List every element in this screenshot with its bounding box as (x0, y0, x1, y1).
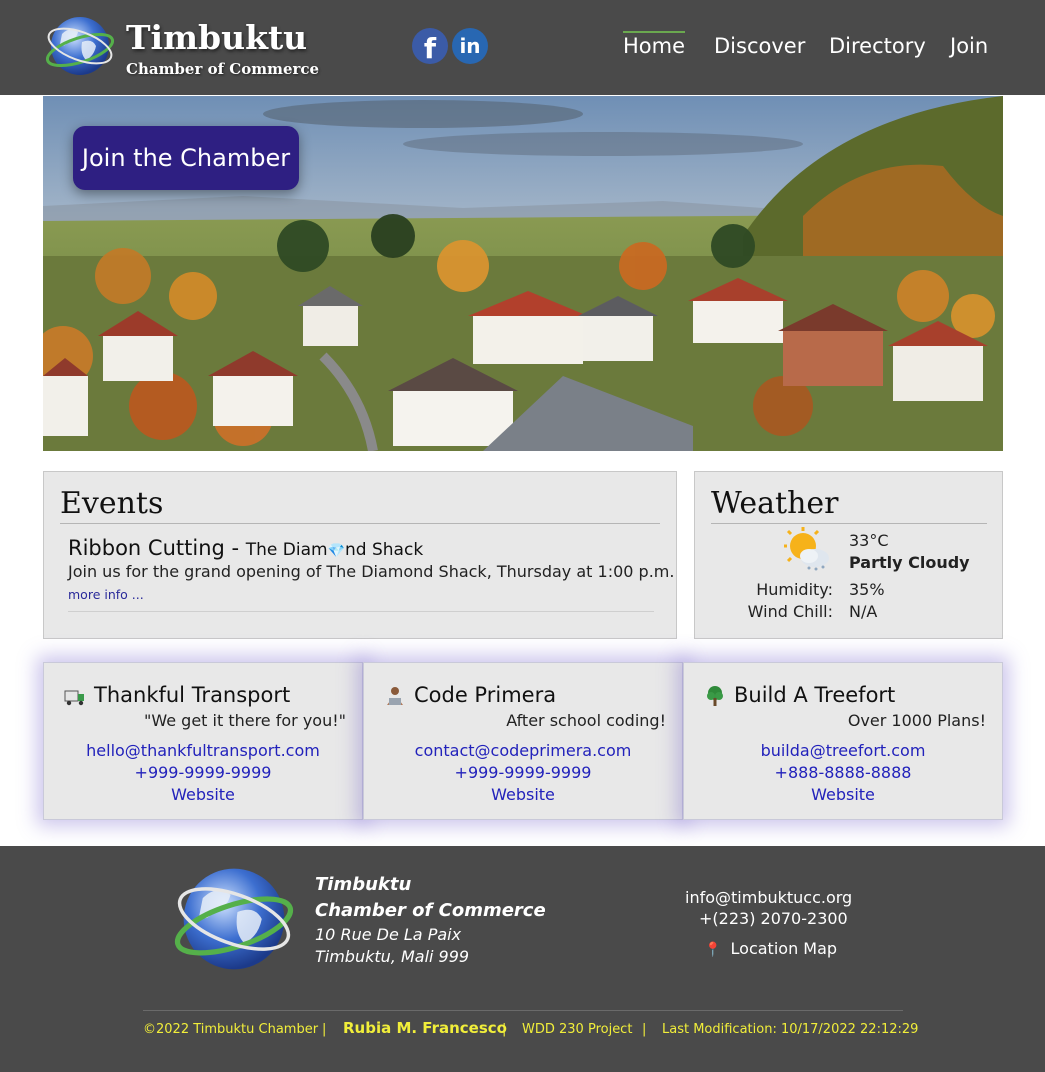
footer-divider (143, 1010, 903, 1011)
site-subtitle: Chamber of Commerce (126, 60, 320, 78)
site-footer: Timbuktu Chamber of Commerce 10 Rue De L… (0, 846, 1045, 1072)
events-card: Events Ribbon Cutting - The Diam💎nd Shac… (43, 471, 677, 639)
spotlight-tagline: "We get it there for you!" (143, 711, 346, 730)
event-type: Ribbon Cutting - (68, 536, 246, 560)
spotlight-card: Code Primera After school coding! contac… (363, 662, 683, 820)
spotlight-phone[interactable]: +888-8888-8888 (684, 763, 1002, 782)
location-map-label: Location Map (730, 939, 838, 958)
site-header: Timbuktu Chamber of Commerce f in Home D… (0, 0, 1045, 95)
weather-card: Weather 33°C Partly Cloudy Humidity: 35%… (694, 471, 1003, 639)
diamond-icon: 💎 (327, 543, 346, 559)
events-heading: Events (60, 486, 164, 521)
weather-temp: 33°C (849, 531, 889, 550)
spotlight-card: Build A Treefort Over 1000 Plans! builda… (683, 662, 1003, 820)
footer-globe-logo-icon (174, 868, 294, 970)
truck-icon (64, 690, 84, 706)
tree-icon (707, 686, 723, 706)
location-map-link[interactable]: 📍 Location Map (704, 939, 837, 958)
footer-org: Chamber of Commerce (315, 900, 546, 921)
event-description: Join us for the grand opening of The Dia… (68, 562, 675, 581)
event-shop-start: The Diam (245, 540, 328, 560)
join-chamber-button[interactable]: Join the Chamber (73, 126, 299, 190)
weather-condition: Partly Cloudy (849, 553, 970, 572)
coder-icon (387, 687, 403, 705)
site-title: Timbuktu (126, 18, 308, 57)
spotlight-name: Build A Treefort (734, 683, 896, 707)
globe-logo-icon[interactable] (44, 12, 116, 80)
weather-divider (711, 523, 987, 524)
footer-project: WDD 230 Project (522, 1022, 633, 1037)
spotlight-website[interactable]: Website (684, 785, 1002, 804)
spotlight-tagline: Over 1000 Plans! (847, 711, 986, 730)
footer-separator: | (502, 1022, 507, 1037)
spotlight-name: Thankful Transport (94, 683, 291, 707)
event-divider (68, 611, 654, 612)
footer-author: Rubia M. Francesco (343, 1019, 507, 1037)
footer-name: Timbuktu (315, 874, 412, 895)
footer-email[interactable]: info@timbuktucc.org (685, 888, 852, 907)
events-divider (60, 523, 660, 524)
humidity-label: Humidity: (756, 580, 833, 599)
spotlight-email[interactable]: contact@codeprimera.com (364, 741, 682, 760)
footer-address-line2: Timbuktu, Mali 999 (315, 947, 470, 966)
weather-heading: Weather (711, 486, 839, 521)
event-title: Ribbon Cutting - The Diam💎nd Shack (68, 536, 423, 560)
spotlight-website[interactable]: Website (364, 785, 682, 804)
windchill-value: N/A (849, 602, 878, 621)
spotlight-email[interactable]: hello@thankfultransport.com (44, 741, 362, 760)
spotlight-website[interactable]: Website (44, 785, 362, 804)
linkedin-icon[interactable]: in (452, 28, 488, 64)
humidity-value: 35% (849, 580, 885, 599)
footer-separator: | (322, 1022, 327, 1037)
nav-discover[interactable]: Discover (714, 34, 805, 58)
spotlight-email[interactable]: builda@treefort.com (684, 741, 1002, 760)
more-info-link[interactable]: more info ... (68, 587, 144, 602)
footer-address-line1: 10 Rue De La Paix (315, 925, 462, 944)
footer-last-modified: Last Modification: 10/17/2022 22:12:29 (662, 1022, 919, 1037)
footer-phone[interactable]: +(223) 2070-2300 (699, 909, 848, 928)
nav-join[interactable]: Join (950, 34, 988, 58)
nav-directory[interactable]: Directory (829, 34, 926, 58)
facebook-icon[interactable]: f (412, 28, 448, 65)
nav-home[interactable]: Home (623, 31, 686, 58)
footer-separator: | (642, 1022, 647, 1037)
event-shop-end: nd Shack (345, 540, 424, 560)
partly-cloudy-icon (784, 527, 829, 571)
windchill-label: Wind Chill: (747, 602, 833, 621)
spotlight-phone[interactable]: +999-9999-9999 (364, 763, 682, 782)
spotlight-tagline: After school coding! (506, 711, 666, 730)
spotlight-card: Thankful Transport "We get it there for … (43, 662, 363, 820)
spotlight-name: Code Primera (414, 683, 557, 707)
map-pin-icon: 📍 (704, 942, 722, 958)
footer-copyright: ©2022 Timbuktu Chamber (143, 1022, 319, 1037)
spotlight-phone[interactable]: +999-9999-9999 (44, 763, 362, 782)
